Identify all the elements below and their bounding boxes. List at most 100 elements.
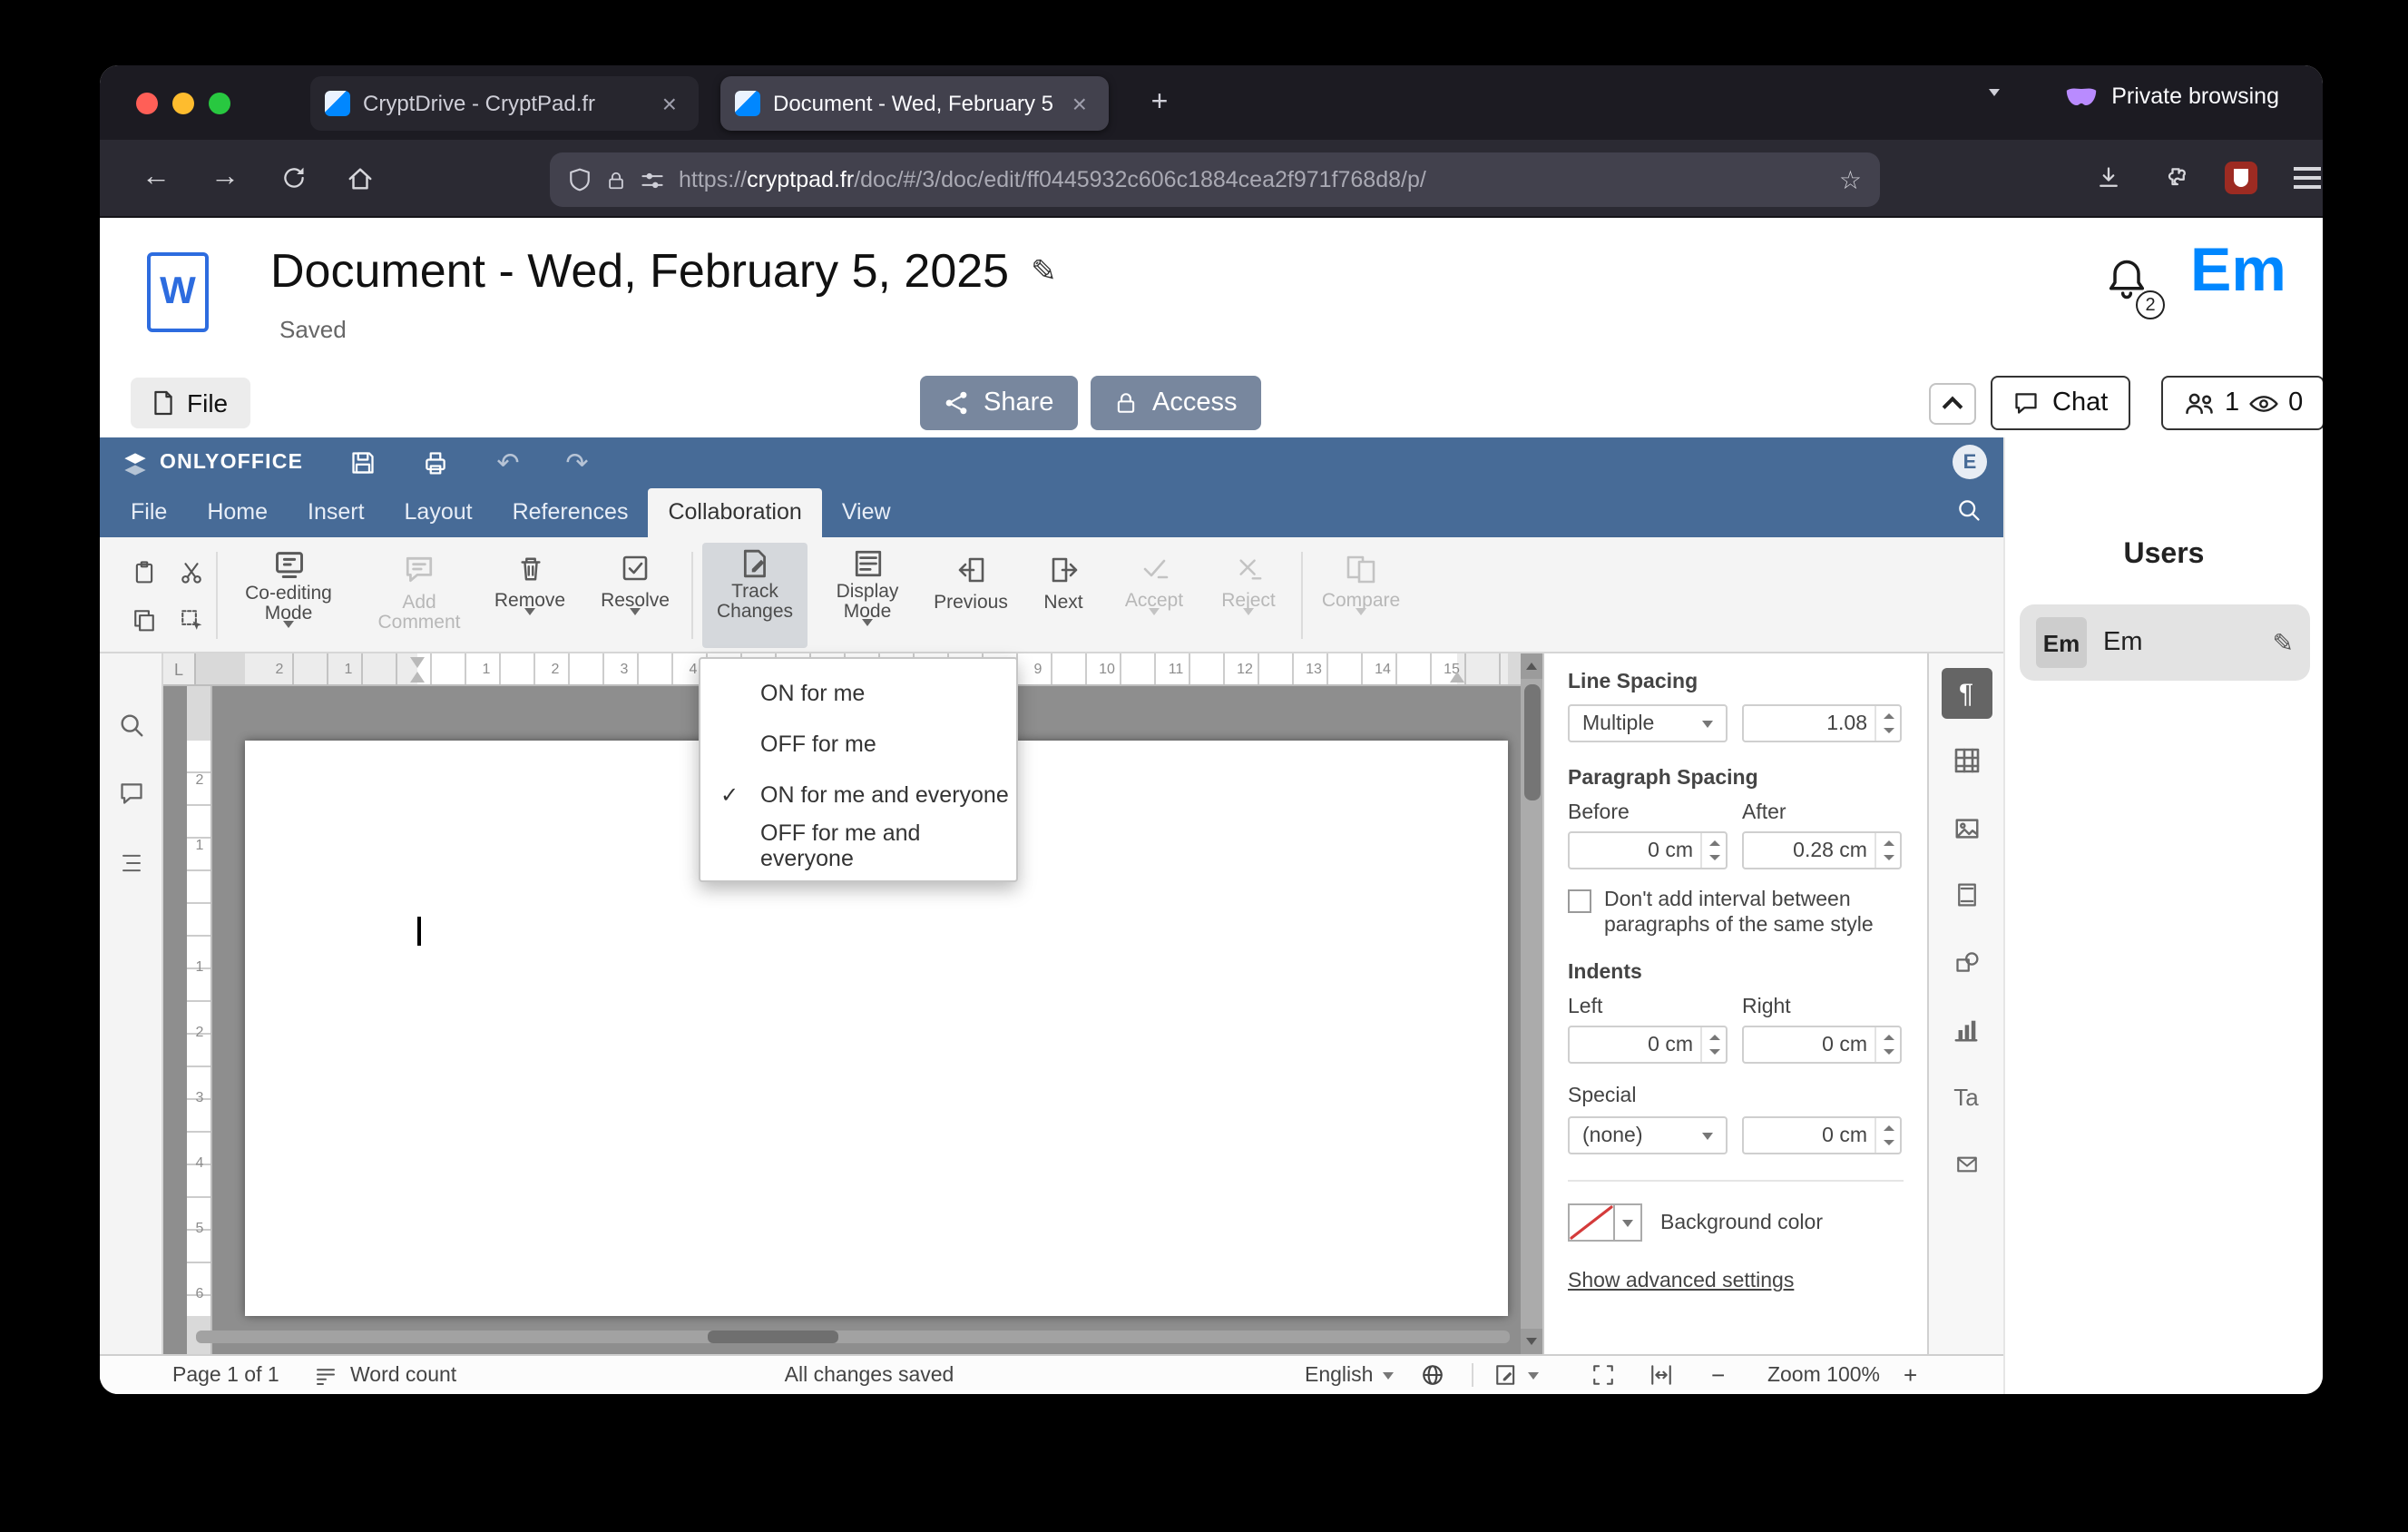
resolve-button[interactable]: Resolve [590, 543, 680, 648]
left-indent-marker[interactable] [410, 672, 425, 683]
back-button[interactable]: ← [129, 151, 183, 205]
special-indent-select[interactable]: (none) [1568, 1116, 1728, 1154]
shape-settings-icon[interactable] [1941, 937, 1992, 987]
word-count-button[interactable]: Word count [350, 1356, 456, 1394]
advanced-settings-link[interactable]: Show advanced settings [1568, 1271, 1794, 1292]
language-button[interactable]: English [1305, 1356, 1394, 1394]
edit-name-pencil-icon[interactable]: ✎ [2273, 627, 2294, 658]
track-changes-button[interactable]: Track Changes [702, 543, 808, 664]
menu-tab-layout[interactable]: Layout [385, 488, 493, 537]
horizontal-scrollbar[interactable] [196, 1331, 1510, 1343]
line-spacing-amount-spinner[interactable]: 1.08 [1742, 704, 1902, 742]
track-changes-menu-item[interactable]: OFF for me and everyone [700, 820, 1016, 871]
bookmark-star-icon[interactable]: ☆ [1839, 164, 1862, 195]
mail-merge-icon[interactable] [1941, 1138, 1992, 1189]
track-changes-menu-item[interactable]: OFF for me [700, 719, 1016, 770]
paste-button[interactable] [122, 550, 165, 594]
menu-tab-references[interactable]: References [493, 488, 649, 537]
tab-close-icon[interactable]: × [1065, 89, 1094, 118]
header-footer-settings-icon[interactable] [1941, 869, 1992, 920]
next-change-button[interactable]: Next [1025, 543, 1101, 648]
copy-button[interactable] [122, 597, 165, 641]
menu-tab-insert[interactable]: Insert [288, 488, 385, 537]
vertical-scrollbar[interactable] [1521, 653, 1542, 1354]
menu-tab-home[interactable]: Home [187, 488, 288, 537]
track-changes-menu-item[interactable]: ✓ ON for me and everyone [700, 770, 1016, 820]
menu-tab-collaboration[interactable]: Collaboration [648, 488, 822, 537]
window-zoom-button[interactable] [209, 93, 230, 114]
comments-panel-icon[interactable] [100, 766, 163, 820]
previous-change-button[interactable]: Previous [927, 543, 1014, 648]
background-color-swatch[interactable] [1568, 1203, 1615, 1242]
file-menu-button[interactable]: File [131, 378, 250, 428]
find-search-icon[interactable] [1956, 497, 1982, 532]
navigation-headings-icon[interactable] [100, 835, 163, 889]
rename-pencil-icon[interactable]: ✎ [1031, 253, 1057, 290]
spellcheck-globe-icon[interactable] [1421, 1356, 1444, 1394]
tab-stop-selector[interactable]: L [163, 653, 196, 686]
user-list-button[interactable]: 1 0 [2161, 376, 2323, 430]
text-art-settings-icon[interactable]: Ta [1941, 1071, 1992, 1122]
forward-button[interactable]: → [198, 151, 252, 205]
image-settings-icon[interactable] [1941, 802, 1992, 853]
tab-close-icon[interactable]: × [655, 89, 684, 118]
redo-button[interactable]: ↷ [553, 437, 601, 488]
print-button[interactable] [412, 437, 459, 488]
user-list-item[interactable]: Em Em ✎ [2020, 604, 2310, 681]
fit-width-icon[interactable] [1649, 1356, 1673, 1394]
extensions-puzzle-icon[interactable] [2149, 151, 2203, 205]
tracking-shield-icon[interactable] [568, 167, 592, 192]
share-button[interactable]: Share [920, 376, 1078, 430]
spacing-after-spinner[interactable]: 0.28 cm [1742, 831, 1902, 869]
menu-tab-view[interactable]: View [822, 488, 911, 537]
table-settings-icon[interactable] [1941, 735, 1992, 786]
indent-left-spinner[interactable]: 0 cm [1568, 1026, 1728, 1064]
select-all-button[interactable] [169, 597, 212, 641]
first-line-indent-marker[interactable] [410, 657, 425, 668]
track-changes-menu-item[interactable]: ON for me [700, 668, 1016, 719]
scroll-up-icon[interactable] [1521, 653, 1542, 679]
interval-checkbox[interactable] [1568, 889, 1591, 913]
notifications-bell-button[interactable]: 2 [2103, 254, 2165, 319]
line-spacing-select[interactable]: Multiple [1568, 704, 1728, 742]
list-all-tabs-icon[interactable] [1989, 89, 2000, 129]
zoom-out-button[interactable]: − [1711, 1356, 1725, 1394]
track-changes-status-button[interactable] [1493, 1356, 1539, 1394]
url-bar[interactable]: https://cryptpad.fr/doc/#/3/doc/edit/ff0… [550, 152, 1880, 207]
tab-document[interactable]: Document - Wed, February 5, 2 × [720, 76, 1109, 131]
tab-cryptdrive[interactable]: CryptDrive - CryptPad.fr × [310, 76, 699, 131]
editor-user-avatar[interactable]: E [1953, 445, 1987, 479]
home-button[interactable] [332, 151, 387, 205]
new-tab-button[interactable]: + [1138, 82, 1181, 125]
url-text[interactable]: https://cryptpad.fr/doc/#/3/doc/edit/ff0… [679, 167, 1825, 192]
window-minimize-button[interactable] [172, 93, 194, 114]
right-indent-marker[interactable] [1450, 672, 1464, 683]
permissions-sliders-icon[interactable] [641, 168, 664, 192]
document-title[interactable]: Document - Wed, February 5, 2025 [270, 243, 1009, 300]
vertical-ruler[interactable] [187, 686, 212, 1354]
background-color-dropdown[interactable] [1615, 1203, 1642, 1242]
zoom-level[interactable]: Zoom 100% [1755, 1356, 1893, 1394]
menu-hamburger-icon[interactable] [2279, 151, 2323, 205]
spacing-before-spinner[interactable]: 0 cm [1568, 831, 1728, 869]
fit-page-icon[interactable] [1591, 1356, 1615, 1394]
downloads-button[interactable] [2081, 151, 2136, 205]
chat-button[interactable]: Chat [1991, 376, 2130, 430]
access-button[interactable]: Access [1091, 376, 1261, 430]
scroll-down-icon[interactable] [1521, 1329, 1542, 1354]
scrollbar-thumb[interactable] [1523, 684, 1540, 800]
remove-comment-button[interactable]: Remove [485, 543, 575, 648]
page-count[interactable]: Page 1 of 1 [172, 1356, 279, 1394]
special-amount-spinner[interactable]: 0 cm [1742, 1116, 1902, 1154]
cut-button[interactable] [169, 550, 212, 594]
account-avatar[interactable]: Em [2190, 236, 2286, 307]
undo-button[interactable]: ↶ [485, 437, 532, 488]
display-mode-button[interactable]: Display Mode [818, 543, 916, 657]
ublock-origin-icon[interactable] [2214, 151, 2268, 205]
chart-settings-icon[interactable] [1941, 1004, 1992, 1055]
indent-right-spinner[interactable]: 0 cm [1742, 1026, 1902, 1064]
zoom-in-button[interactable]: + [1904, 1356, 1917, 1394]
menu-tab-file[interactable]: File [111, 488, 187, 537]
coediting-mode-button[interactable]: Co-editing Mode [227, 543, 350, 659]
window-close-button[interactable] [136, 93, 158, 114]
